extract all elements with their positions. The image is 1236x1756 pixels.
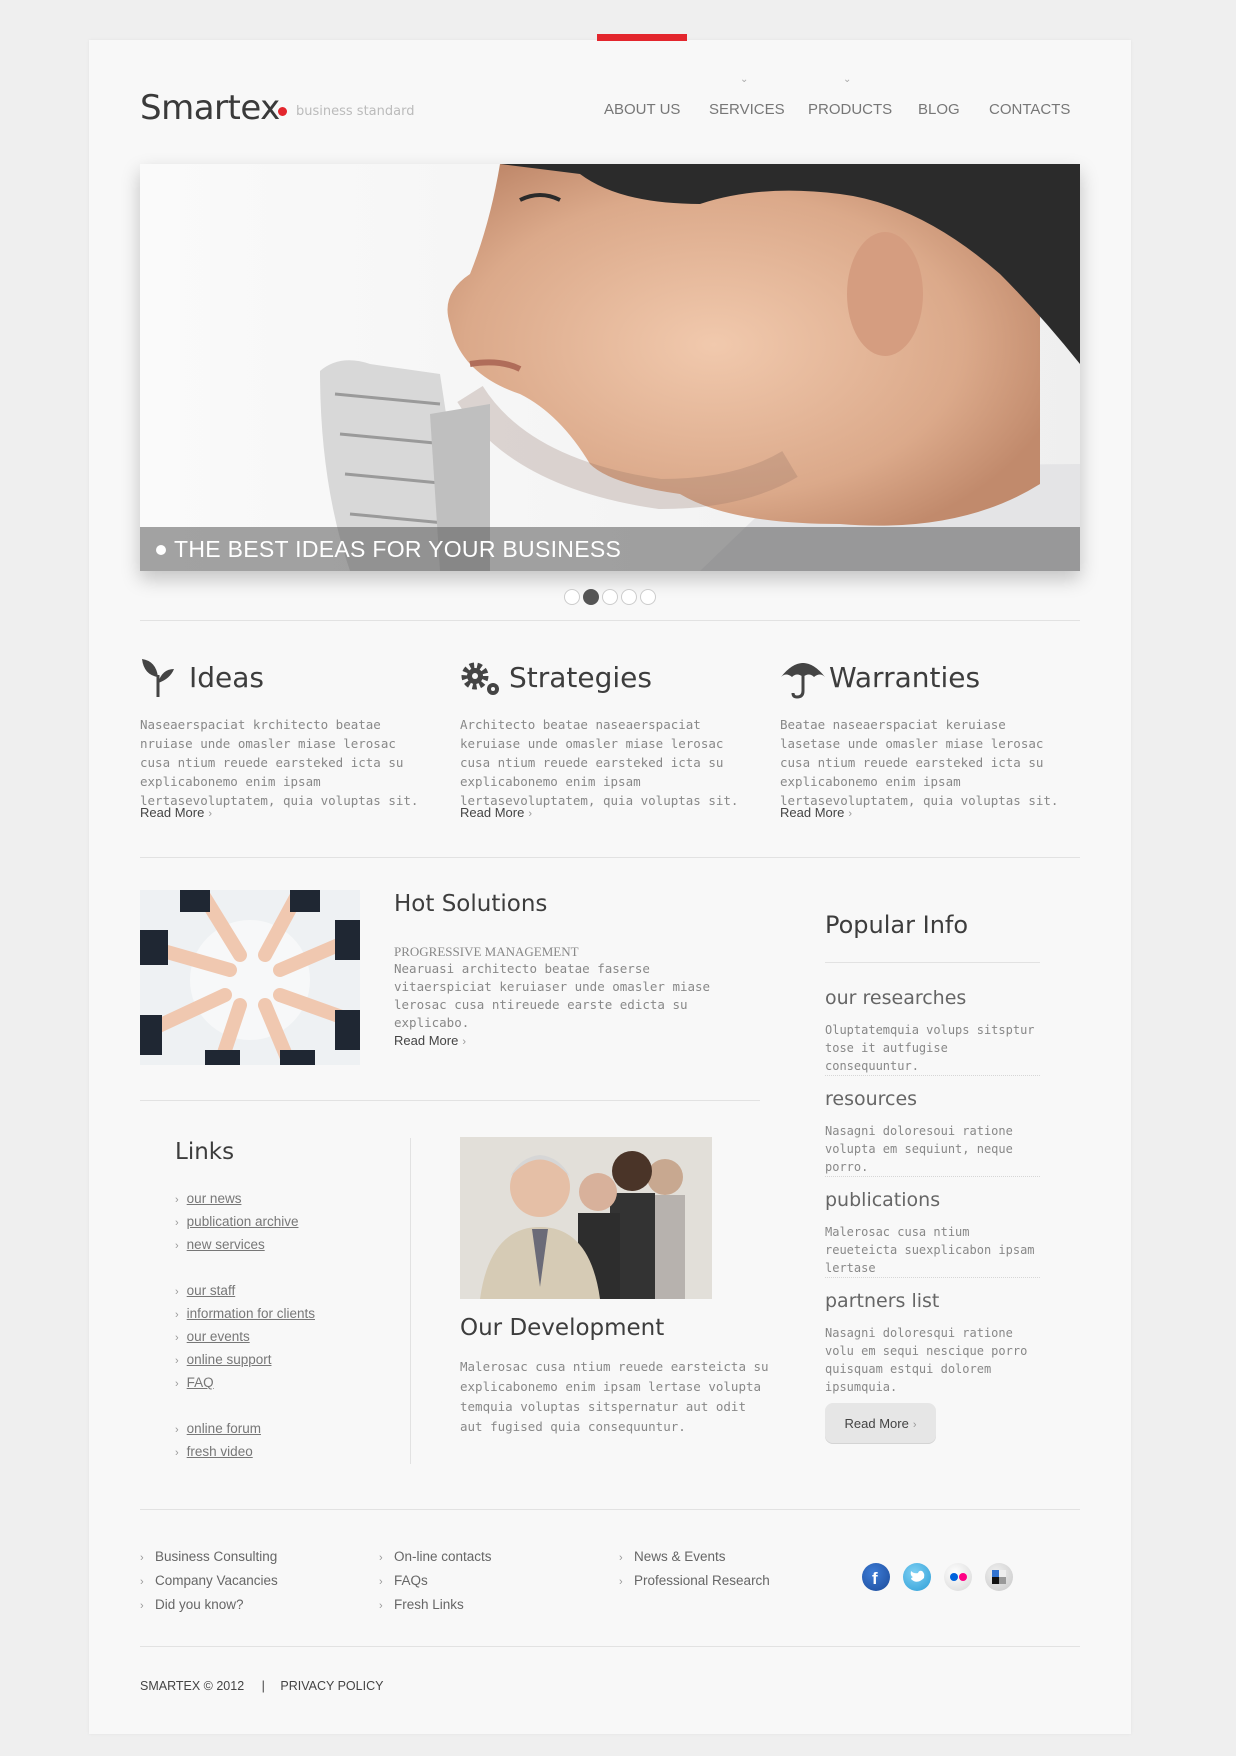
footer-copyright: SMARTEX © 2012 | PRIVACY POLICY xyxy=(140,1679,383,1693)
feature-text-ideas: Naseaerspaciat krchitecto beatae nruiase… xyxy=(140,717,419,808)
link-our-news[interactable]: › our news xyxy=(175,1191,241,1206)
divider xyxy=(140,857,1080,858)
dotted-divider xyxy=(825,1277,1040,1278)
divider xyxy=(140,620,1080,621)
link-new-services[interactable]: › new services xyxy=(175,1237,265,1252)
link-our-events[interactable]: › our events xyxy=(175,1329,250,1344)
read-more-button[interactable]: Read More › xyxy=(825,1403,936,1444)
plant-icon xyxy=(142,659,174,697)
link-online-support[interactable]: › online support xyxy=(175,1352,271,1367)
footer-link[interactable]: › Company Vacancies xyxy=(140,1573,278,1588)
popular-item-text: Nasagni doloresqui ratione volu em sequi… xyxy=(825,1326,1028,1394)
nav-contacts[interactable]: CONTACTS xyxy=(989,101,1070,118)
caption-bullet-icon xyxy=(156,545,166,555)
divider xyxy=(825,962,1040,963)
dotted-divider xyxy=(825,1176,1040,1177)
popular-item-heading[interactable]: resources xyxy=(825,1088,917,1110)
slider-dot-4[interactable] xyxy=(621,589,637,605)
slider-dot-2[interactable] xyxy=(583,589,599,605)
divider xyxy=(140,1646,1080,1647)
popular-info-title: Popular Info xyxy=(825,911,969,939)
footer-link[interactable]: › On-line contacts xyxy=(379,1549,492,1564)
delicious-icon[interactable] xyxy=(985,1563,1013,1591)
nav-blog[interactable]: BLOG xyxy=(918,101,960,118)
hero-slider[interactable]: THE BEST IDEAS FOR YOUR BUSINESS xyxy=(140,164,1080,571)
accent-bar xyxy=(597,34,687,41)
footer-link[interactable]: › News & Events xyxy=(619,1549,726,1564)
chevron-down-icon: ⌄ xyxy=(843,74,852,85)
footer-link[interactable]: › Business Consulting xyxy=(140,1549,277,1564)
nav-products[interactable]: PRODUCTS xyxy=(808,101,892,118)
facebook-icon[interactable]: f xyxy=(862,1563,890,1591)
chevron-down-icon: ⌄ xyxy=(740,74,749,85)
hot-solutions-title: Hot Solutions xyxy=(394,891,548,917)
popular-item-text: Malerosac cusa ntium reueteicta suexplic… xyxy=(825,1225,1035,1275)
separator: | xyxy=(261,1679,265,1693)
read-more-link[interactable]: Read More › xyxy=(394,1033,466,1048)
slider-dot-1[interactable] xyxy=(564,589,580,605)
caption-text: THE BEST IDEAS FOR YOUR BUSINESS xyxy=(174,536,622,562)
link-faq[interactable]: › FAQ xyxy=(175,1375,214,1390)
logo[interactable]: Smartex xyxy=(140,88,280,128)
hot-solutions-subtitle: PROGRESSIVE MANAGEMENT xyxy=(394,944,579,959)
copyright-text: SMARTEX © 2012 xyxy=(140,1679,245,1693)
hero-image xyxy=(140,164,1080,571)
umbrella-icon xyxy=(781,663,825,699)
slider-dot-3[interactable] xyxy=(602,589,618,605)
twitter-icon[interactable] xyxy=(903,1563,931,1591)
popular-item-heading[interactable]: partners list xyxy=(825,1290,939,1312)
footer-link[interactable]: › Fresh Links xyxy=(379,1597,464,1612)
development-image xyxy=(460,1137,712,1299)
privacy-policy-link[interactable]: PRIVACY POLICY xyxy=(280,1679,383,1693)
popular-item-text: Oluptatemquia volups sitsptur tose it au… xyxy=(825,1023,1035,1073)
feature-text-warranties: Beatae naseaerspaciat keruiase lasetase … xyxy=(780,717,1059,808)
nav-about-us[interactable]: ABOUT US xyxy=(604,101,680,118)
links-title: Links xyxy=(175,1139,235,1165)
popular-item-text: Nasagni doloresoui ratione volupta em se… xyxy=(825,1124,1013,1174)
link-information-for-clients[interactable]: › information for clients xyxy=(175,1306,315,1321)
read-more-link[interactable]: Read More › xyxy=(460,805,532,820)
link-fresh-video[interactable]: › fresh video xyxy=(175,1444,253,1459)
popular-item-heading[interactable]: our researches xyxy=(825,987,966,1009)
link-publication-archive[interactable]: › publication archive xyxy=(175,1214,299,1229)
gears-icon xyxy=(461,662,499,695)
link-our-staff[interactable]: › our staff xyxy=(175,1283,235,1298)
nav-services[interactable]: SERVICES xyxy=(709,101,785,118)
logo-dot-icon xyxy=(278,107,287,116)
development-text: Malerosac cusa ntium reuede earsteicta s… xyxy=(460,1359,769,1434)
divider xyxy=(140,1100,760,1101)
popular-item-heading[interactable]: publications xyxy=(825,1189,940,1211)
dotted-divider xyxy=(825,1075,1040,1076)
read-more-link[interactable]: Read More › xyxy=(140,805,212,820)
tagline: business standard xyxy=(296,104,415,119)
hot-solutions-text: Nearuasi architecto beatae faserse vitae… xyxy=(394,961,711,1030)
slider-dot-5[interactable] xyxy=(640,589,656,605)
column-divider xyxy=(410,1138,411,1464)
flickr-icon[interactable] xyxy=(944,1563,972,1591)
feature-title-warranties: Warranties xyxy=(829,661,981,694)
hot-solutions-image xyxy=(140,890,360,1065)
feature-title-strategies: Strategies xyxy=(509,661,652,694)
footer-link[interactable]: › FAQs xyxy=(379,1573,428,1588)
link-online-forum[interactable]: › online forum xyxy=(175,1421,261,1436)
svg-text:f: f xyxy=(872,1569,878,1588)
divider xyxy=(140,1509,1080,1510)
footer-link[interactable]: › Did you know? xyxy=(140,1597,244,1612)
footer-link[interactable]: › Professional Research xyxy=(619,1573,770,1588)
slider-caption: THE BEST IDEAS FOR YOUR BUSINESS xyxy=(140,527,1080,571)
development-title: Our Development xyxy=(460,1315,665,1341)
read-more-link[interactable]: Read More › xyxy=(780,805,852,820)
feature-title-ideas: Ideas xyxy=(189,661,265,694)
feature-text-strategies: Architecto beatae naseaerspaciat keruias… xyxy=(460,717,739,808)
